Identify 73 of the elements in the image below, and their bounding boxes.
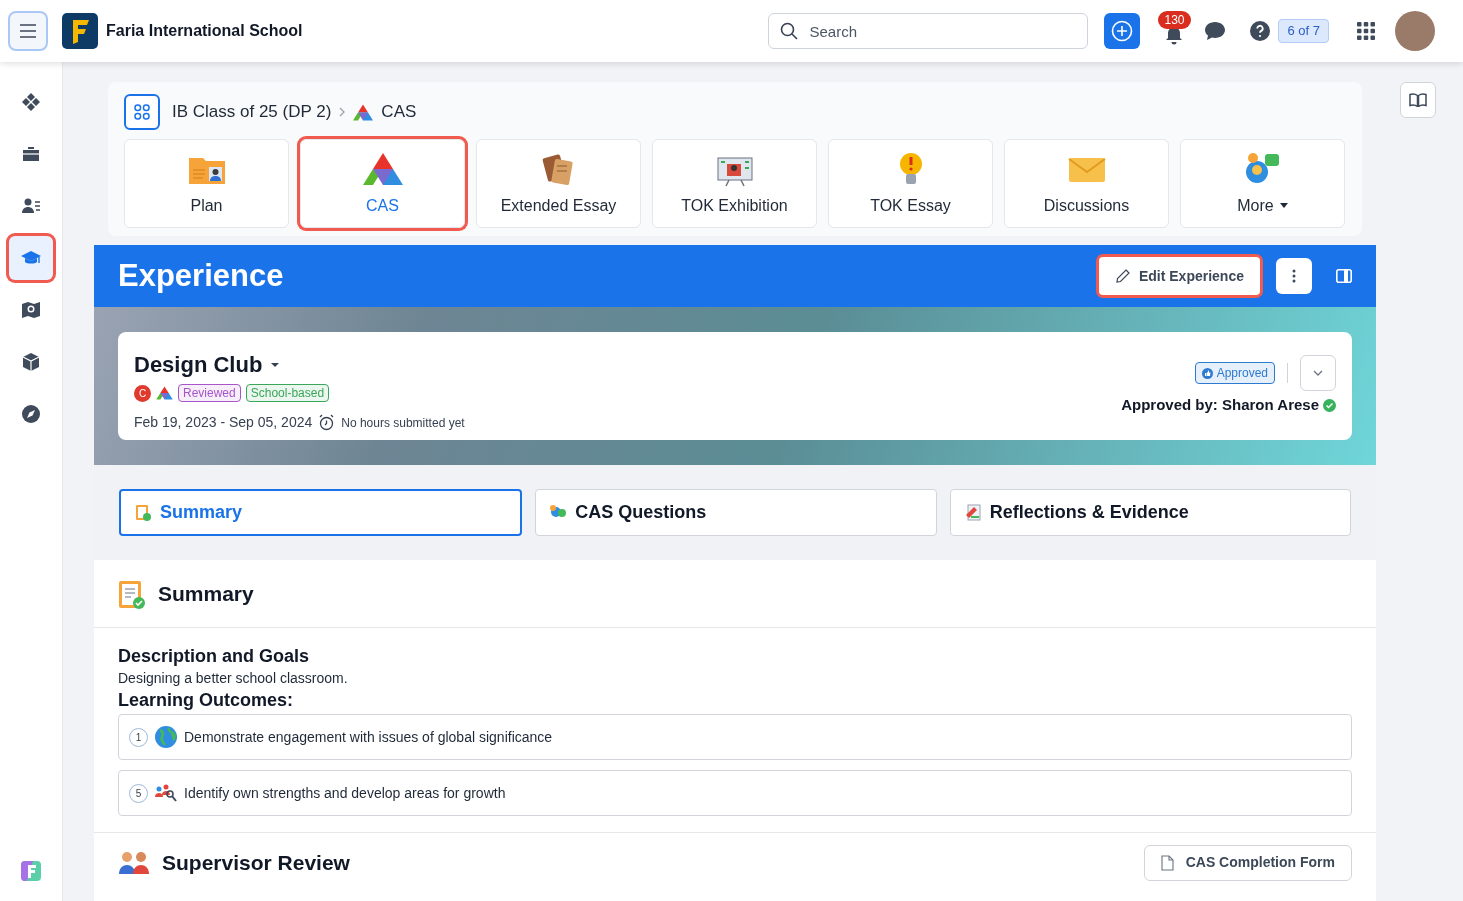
map-globe-icon [21,300,41,320]
tag: Reviewed [178,384,241,402]
alarm-clock-icon [318,414,336,431]
compass-icon [21,404,41,424]
app-logo[interactable] [21,861,41,881]
status-badge: Approved [1194,362,1275,384]
breadcrumb-link[interactable]: IB Class of 25 (DP 2) [172,99,332,125]
approver: Approved by: Sharon Arese [1121,395,1319,415]
checklist-icon [134,503,152,522]
chevron-right-icon [339,107,346,117]
page-counter: 6 of 7 [1278,19,1329,43]
nav-tile[interactable]: TOK Exhibition [652,139,817,228]
menu-icon [19,24,37,38]
tab[interactable]: Summary [119,489,523,536]
kebab-icon [1292,269,1296,283]
outcomes-heading: Learning Outcomes: [118,689,295,712]
tab[interactable]: Reflections & Evidence [949,489,1351,536]
form-button[interactable]: CAS Completion Form [1143,844,1352,881]
notification-count: 130 [1158,11,1191,29]
apps-grid-icon[interactable] [1357,22,1375,40]
triangle-icon [353,103,374,121]
add-button[interactable] [1104,13,1141,49]
panel-toggle-icon[interactable] [1336,269,1352,283]
page-title: Experience [118,256,284,295]
sidebar-item[interactable] [9,236,53,280]
nav-tile[interactable]: CAS [300,139,465,228]
people-icon [118,849,150,876]
grid-icon [134,104,150,120]
section-heading: Supervisor Review [162,849,350,876]
nav-tile[interactable]: Plan [124,139,289,228]
diamond-grid-icon [21,92,41,112]
check-circle-icon [1323,398,1336,412]
search-field[interactable]: Search [768,13,1089,49]
date-range: Feb 19, 2023 - Sep 05, 2024 [134,413,313,432]
more-options-button[interactable] [1276,258,1312,294]
tag: School-based [245,384,330,402]
menu-button[interactable] [8,11,48,51]
nav-tile[interactable]: TOK Essay [828,139,993,228]
thumbs-up-icon [1201,367,1213,379]
edit-button[interactable]: Edit Experience [1098,257,1260,295]
globe-icon [154,725,178,749]
book-button[interactable] [1400,82,1436,118]
section-heading: Summary [158,580,254,607]
chat-icon[interactable] [1204,21,1227,41]
nav-tile[interactable]: Discussions [1004,139,1169,228]
tab[interactable]: CAS Questions [535,489,937,536]
modules-button[interactable] [124,94,160,130]
nav-tile[interactable]: Extended Essay [476,139,641,228]
search-icon [780,22,799,40]
user-avatar[interactable] [1395,11,1435,51]
cube-icon [21,352,41,372]
triangle-icon [156,386,173,400]
breadcrumb-link[interactable]: CAS [381,99,417,125]
pencil-icon [1114,268,1131,284]
nav-tile[interactable]: More [1180,139,1345,228]
book-icon [1409,93,1427,107]
hours-status: No hours submitted yet [341,414,465,432]
school-logo [62,13,98,49]
strand-badge: C [134,384,151,402]
caret-icon [1279,203,1288,208]
person-list-icon [21,196,41,216]
caret-icon[interactable] [270,361,281,368]
help-icon[interactable] [1250,21,1271,41]
activity-title: Design Club [134,351,263,379]
description-heading: Description and Goals [118,645,311,668]
briefcase-icon [21,144,41,164]
chevron-down-icon [1313,370,1323,376]
plus-icon [1111,20,1134,42]
description-text: Designing a better school classroom. [118,669,349,688]
school-name: Faria International School [106,21,303,41]
pdf-file-icon [1160,854,1174,871]
outcome-text: Identify own strengths and develop areas for growth [184,783,506,803]
outcome-text: Demonstrate engagement with issues of global significance [184,727,553,747]
